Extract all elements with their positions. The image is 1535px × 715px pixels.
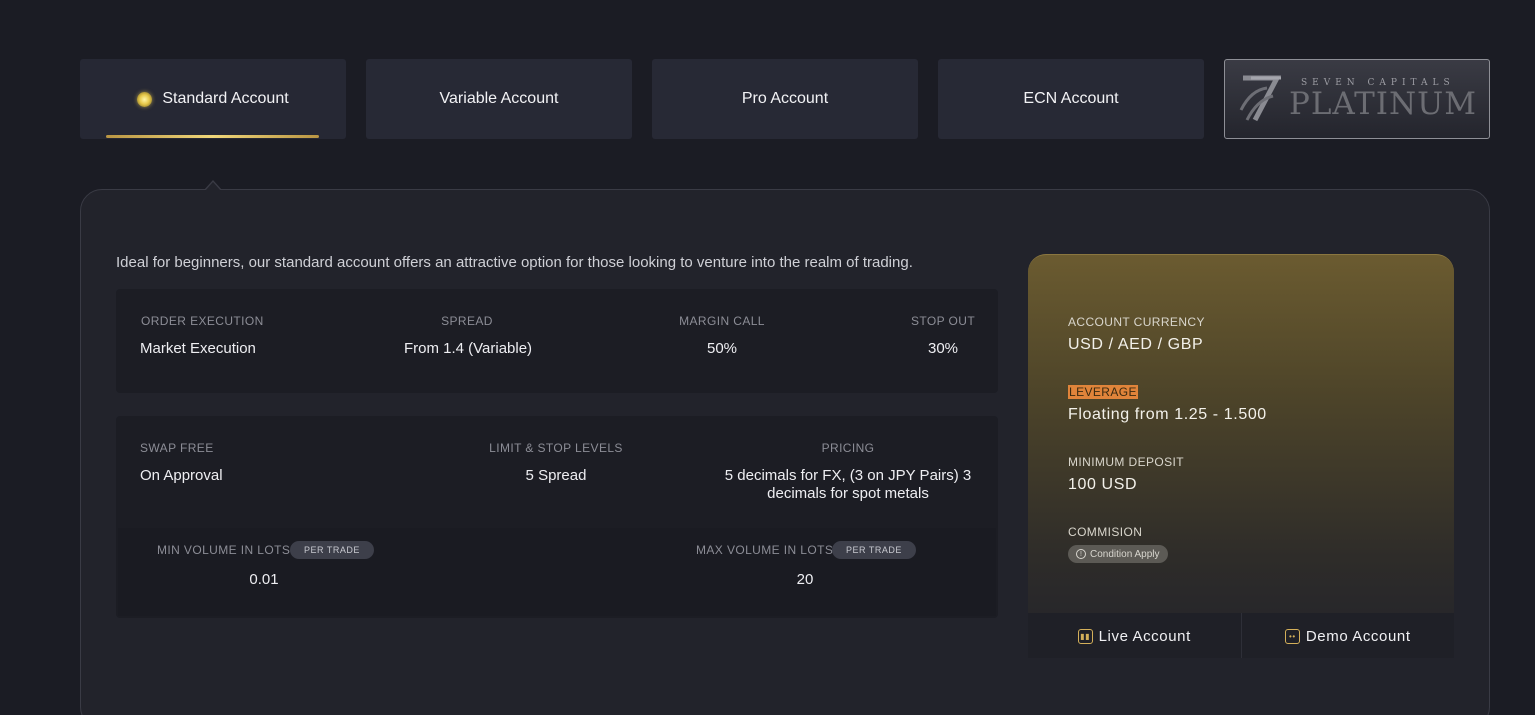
tab-label: ECN Account [1023, 90, 1119, 107]
demo-account-icon: •• [1284, 628, 1300, 644]
info-icon: ! [1076, 549, 1086, 559]
max-volume-badge: PER TRADE [832, 541, 916, 559]
demo-account-button[interactable]: •• Demo Account [1240, 613, 1455, 658]
pricing-value-line2: decimals for spot metals [767, 485, 929, 502]
tab-standard-account[interactable]: Standard Account [80, 59, 346, 139]
currency-label: ACCOUNT CURRENCY [1068, 315, 1205, 329]
active-dot-icon [137, 91, 153, 107]
account-summary-card: ACCOUNT CURRENCY USD / AED / GBP LEVERAG… [1028, 254, 1454, 658]
max-volume-label: MAX VOLUME IN LOTS [696, 543, 834, 557]
tab-label: Pro Account [741, 90, 829, 107]
margin-call-value: 50% [706, 340, 738, 357]
account-description: Ideal for beginners, our standard accoun… [116, 254, 913, 271]
currency-value: USD / AED / GBP [1068, 336, 1204, 353]
leverage-value: Floating from 1.25 - 1.500 [1068, 406, 1267, 423]
condition-apply-badge[interactable]: ! Condition Apply [1068, 545, 1168, 563]
swap-free-value: On Approval [140, 467, 223, 484]
pricing-label: PRICING [821, 441, 875, 455]
max-volume-value: 20 [796, 571, 814, 588]
card-actions: ▮▮ Live Account •• Demo Account [1028, 613, 1454, 658]
spread-value: From 1.4 (Variable) [403, 340, 533, 357]
demo-account-label: Demo Account [1305, 627, 1411, 645]
order-execution-label: ORDER EXECUTION [141, 314, 264, 328]
tab-platinum-account[interactable]: SEVEN CAPITALS PLATINUM [1224, 59, 1490, 139]
seven-capitals-platinum-logo: SEVEN CAPITALS PLATINUM [1237, 70, 1477, 128]
live-account-button[interactable]: ▮▮ Live Account [1028, 613, 1241, 658]
live-account-icon: ▮▮ [1077, 628, 1093, 644]
tab-ecn-account[interactable]: ECN Account [938, 59, 1204, 139]
swap-free-label: SWAP FREE [140, 441, 214, 455]
stop-out-value: 30% [927, 340, 959, 357]
tab-variable-account[interactable]: Variable Account [366, 59, 632, 139]
seven-capitals-logo-icon [1239, 75, 1282, 122]
leverage-label: LEVERAGE [1068, 385, 1138, 399]
spread-label: SPREAD [441, 314, 493, 328]
min-volume-value: 0.01 [249, 571, 279, 588]
order-execution-value: Market Execution [140, 340, 256, 357]
active-tab-indicator [106, 135, 319, 138]
panel-pointer-inner [205, 182, 221, 191]
margin-call-label: MARGIN CALL [679, 314, 765, 328]
limit-stop-label: LIMIT & STOP LEVELS [489, 441, 623, 455]
limit-stop-value: 5 Spread [525, 467, 587, 484]
tab-pro-account[interactable]: Pro Account [652, 59, 918, 139]
min-deposit-value: 100 USD [1068, 476, 1138, 493]
pricing-value-line1: 5 decimals for FX, (3 on JPY Pairs) 3 [724, 467, 972, 484]
tab-label: Variable Account [439, 90, 559, 107]
condition-apply-text: Condition Apply [1090, 548, 1160, 560]
tab-label: Standard Account [162, 90, 289, 107]
logo-title: PLATINUM [1288, 86, 1478, 122]
min-volume-badge: PER TRADE [290, 541, 374, 559]
live-account-label: Live Account [1098, 627, 1191, 645]
min-deposit-label: MINIMUM DEPOSIT [1068, 455, 1184, 469]
min-volume-label: MIN VOLUME IN LOTS [157, 543, 291, 557]
commission-label: COMMISION [1068, 525, 1143, 539]
stop-out-label: STOP OUT [910, 314, 976, 328]
